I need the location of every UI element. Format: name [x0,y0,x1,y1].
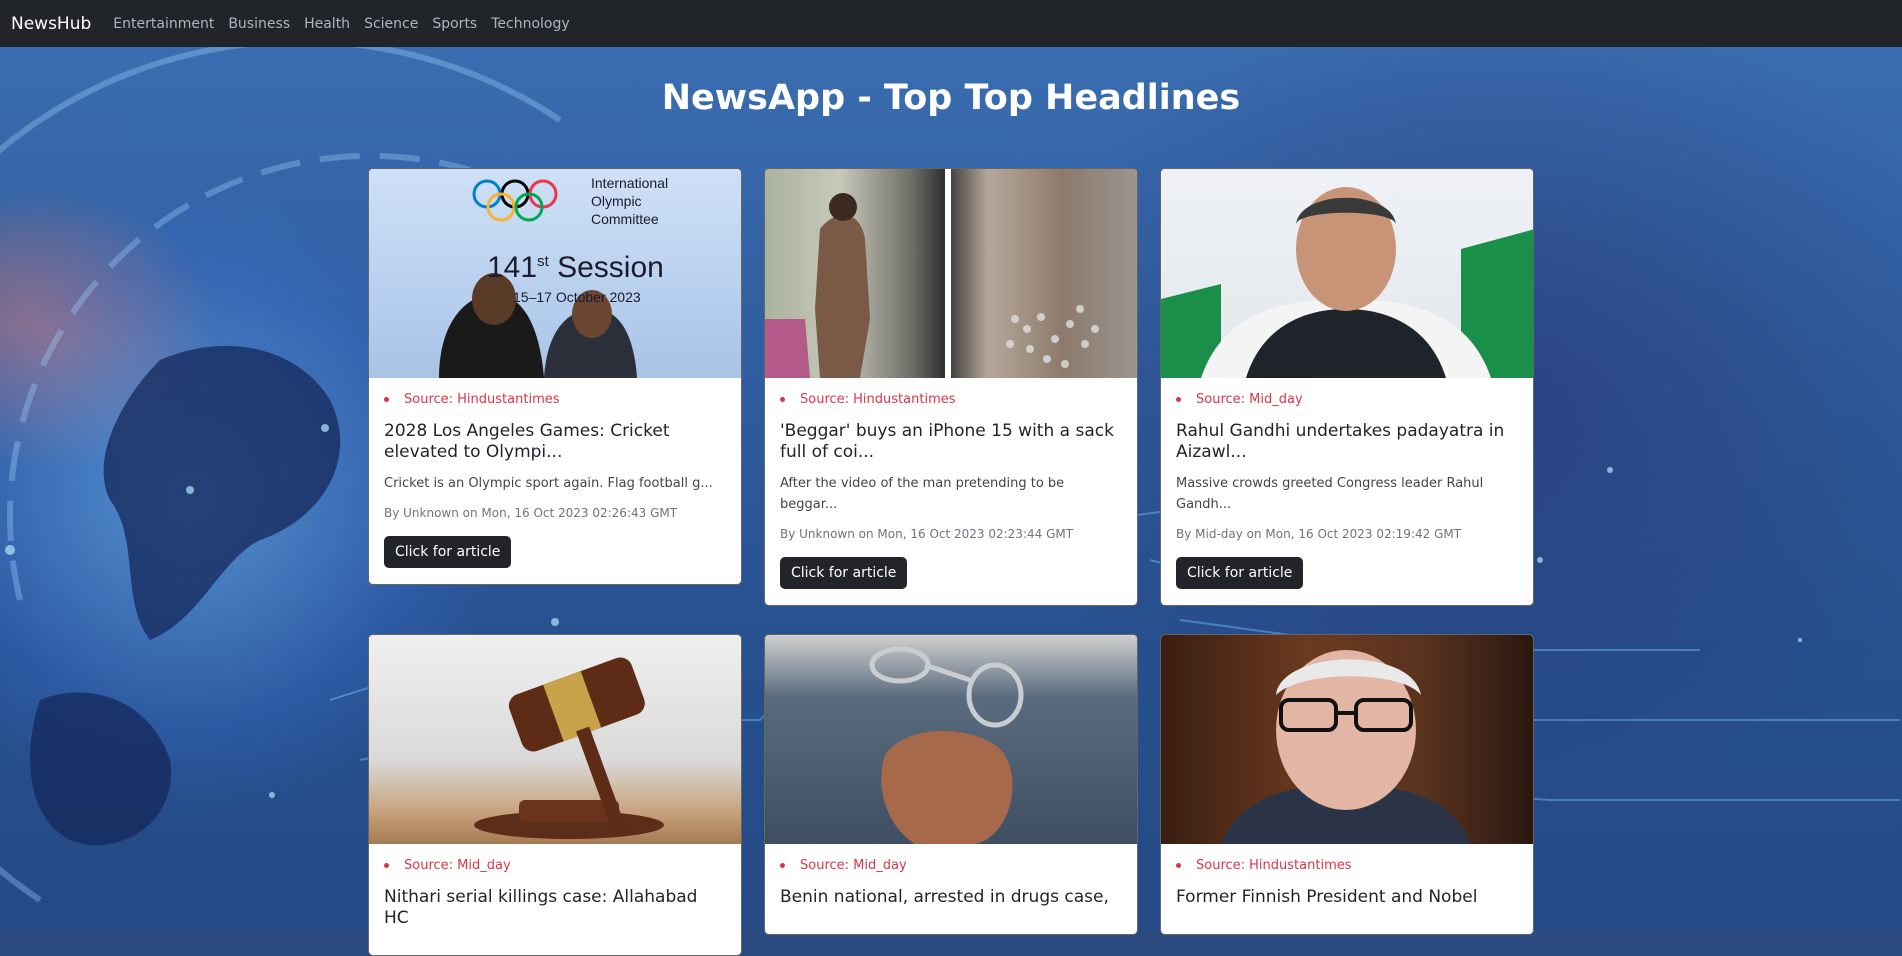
brand-logo-link[interactable]: NewsHub [11,14,91,34]
read-article-button[interactable]: Click for article [1176,557,1304,589]
image-dates-text: 15–17 October 2023 [513,289,641,305]
image-session-text: 141st Session [487,251,664,284]
card-image [1161,169,1533,378]
source-label: Source: Mid_day [780,858,1122,873]
card-image [765,169,1137,378]
nav-link-technology[interactable]: Technology [491,16,569,32]
card-body: Source: Mid_day Nithari serial killings … [369,844,741,955]
article-title: Rahul Gandhi undertakes padayatra in Aiz… [1176,421,1505,462]
article-meta: By Unknown on Mon, 16 Oct 2023 02:26:43 … [384,506,678,520]
article-meta: By Mid-day on Mon, 16 Oct 2023 02:19:42 … [1176,527,1462,541]
source-label: Source: Hindustantimes [780,392,1122,407]
news-card-grid: International Olympic Committee 141st Se… [368,168,1534,956]
card-body: Source: Mid_day Benin national, arrested… [765,844,1137,934]
card-body: Source: Hindustantimes 2028 Los Angeles … [369,378,741,584]
news-card: Source: Hindustantimes 'Beggar' buys an … [764,168,1138,606]
bullet-icon [780,863,785,868]
card-body: Source: Hindustantimes Former Finnish Pr… [1161,844,1533,934]
nav-link-sports[interactable]: Sports [432,16,477,32]
top-navbar: NewsHub Entertainment Business Health Sc… [0,0,1902,47]
article-description: Cricket is an Olympic sport again. Flag … [384,476,713,491]
article-title: 2028 Los Angeles Games: Cricket elevated… [384,421,670,462]
article-title: Benin national, arrested in drugs case, [780,887,1109,907]
card-image [369,635,741,844]
article-title: Nithari serial killings case: Allahabad … [384,887,698,928]
bullet-icon [780,397,785,402]
bullet-icon [384,397,389,402]
read-article-button[interactable]: Click for article [384,536,512,568]
image-caption-line: Committee [591,211,659,227]
article-meta: By Unknown on Mon, 16 Oct 2023 02:23:44 … [780,527,1074,541]
nav-link-health[interactable]: Health [304,16,350,32]
card-body: Source: Mid_day Rahul Gandhi undertakes … [1161,378,1533,605]
article-title: 'Beggar' buys an iPhone 15 with a sack f… [780,421,1114,462]
page-title: NewsApp - Top Top Headlines [661,78,1241,118]
news-card: Source: Mid_day Nithari serial killings … [368,634,742,956]
news-card: Source: Mid_day Benin national, arrested… [764,634,1138,935]
article-title: Former Finnish President and Nobel [1176,887,1478,907]
card-image: International Olympic Committee 141st Se… [369,169,741,378]
news-card: Source: Mid_day Rahul Gandhi undertakes … [1160,168,1534,606]
nav-link-science[interactable]: Science [364,16,418,32]
bullet-icon [1176,397,1181,402]
source-label: Source: Mid_day [384,858,726,873]
image-caption-line: International [591,175,669,191]
bullet-icon [384,863,389,868]
article-description: After the video of the man pretending to… [780,476,1065,512]
read-article-button[interactable]: Click for article [780,557,908,589]
news-card: International Olympic Committee 141st Se… [368,168,742,585]
card-image [765,635,1137,844]
news-card: Source: Hindustantimes Former Finnish Pr… [1160,634,1534,935]
article-description: Massive crowds greeted Congress leader R… [1176,476,1484,512]
bullet-icon [1176,863,1181,868]
source-label: Source: Hindustantimes [1176,858,1518,873]
nav-link-entertainment[interactable]: Entertainment [113,16,214,32]
source-label: Source: Hindustantimes [384,392,726,407]
source-label: Source: Mid_day [1176,392,1518,407]
image-caption-line: Olympic [591,193,642,209]
card-image [1161,635,1533,844]
card-body: Source: Hindustantimes 'Beggar' buys an … [765,378,1137,605]
nav-link-business[interactable]: Business [228,16,290,32]
